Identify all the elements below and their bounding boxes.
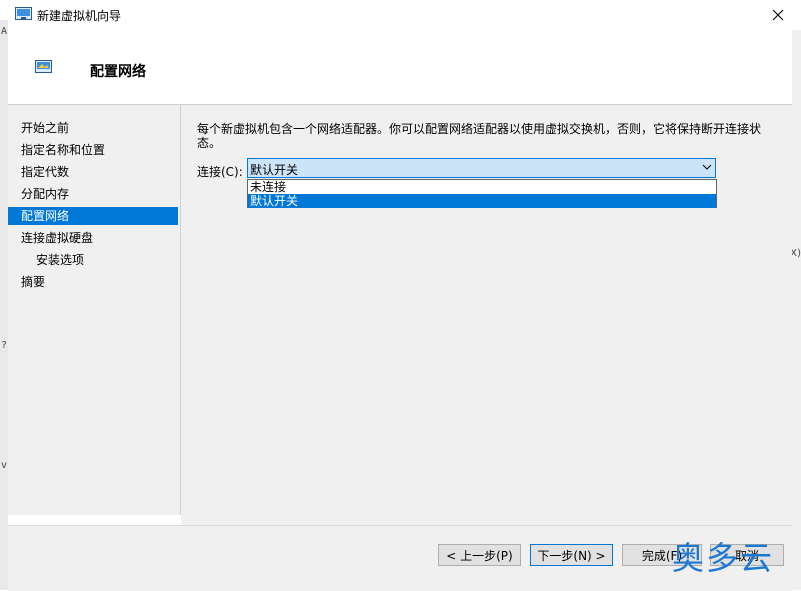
dropdown-option-default-switch[interactable]: 默认开关 [248,194,716,208]
description-text: 每个新虚拟机包含一个网络适配器。你可以配置网络适配器以使用虚拟交换机，否则，它将… [197,122,762,150]
connection-label: 连接(C): [197,165,243,179]
edge-mark: A [1,26,8,37]
connection-select-value: 默认开关 [250,163,299,177]
chevron-down-icon [702,164,712,170]
wizard-steps-sidebar: 开始之前 指定名称和位置 指定代数 分配内存 配置网络 连接虚拟硬盘 安装选项 … [8,105,181,515]
background-window-edge-right: (X) [786,30,801,590]
next-button[interactable]: 下一步(N) > [530,544,613,566]
sidebar-item-generation[interactable]: 指定代数 [8,163,178,181]
connection-select[interactable]: 默认开关 [247,158,716,178]
connection-dropdown-list: 未连接 默认开关 [247,179,717,208]
dropdown-option-not-connected[interactable]: 未连接 [248,180,716,194]
previous-button[interactable]: < 上一步(P) [438,544,521,566]
window-title: 新建虚拟机向导 [37,9,122,23]
wizard-header: 配置网络 [8,30,792,105]
sidebar-item-name-location[interactable]: 指定名称和位置 [8,141,178,159]
virtual-machine-icon [35,60,52,73]
edge-mark: ? [1,340,8,351]
main-content: 每个新虚拟机包含一个网络适配器。你可以配置网络适配器以使用虚拟交换机，否则，它将… [181,105,792,525]
sidebar-item-virtual-hard-disk[interactable]: 连接虚拟硬盘 [8,229,178,247]
sidebar-item-installation-options[interactable]: 安装选项 [8,251,178,269]
sidebar-item-networking[interactable]: 配置网络 [8,207,178,225]
page-title: 配置网络 [90,64,146,80]
sidebar-item-memory[interactable]: 分配内存 [8,185,178,203]
virtual-machine-icon [15,7,32,20]
close-button[interactable] [755,0,801,30]
title-bar: 新建虚拟机向导 [0,0,801,30]
sidebar-item-before-you-begin[interactable]: 开始之前 [8,119,178,137]
watermark-logo: 奥多云 [672,539,775,577]
sidebar-item-summary[interactable]: 摘要 [8,273,178,291]
background-window-edge-left: A ? v [0,20,8,590]
edge-mark: v [1,460,8,471]
close-icon [772,9,784,21]
